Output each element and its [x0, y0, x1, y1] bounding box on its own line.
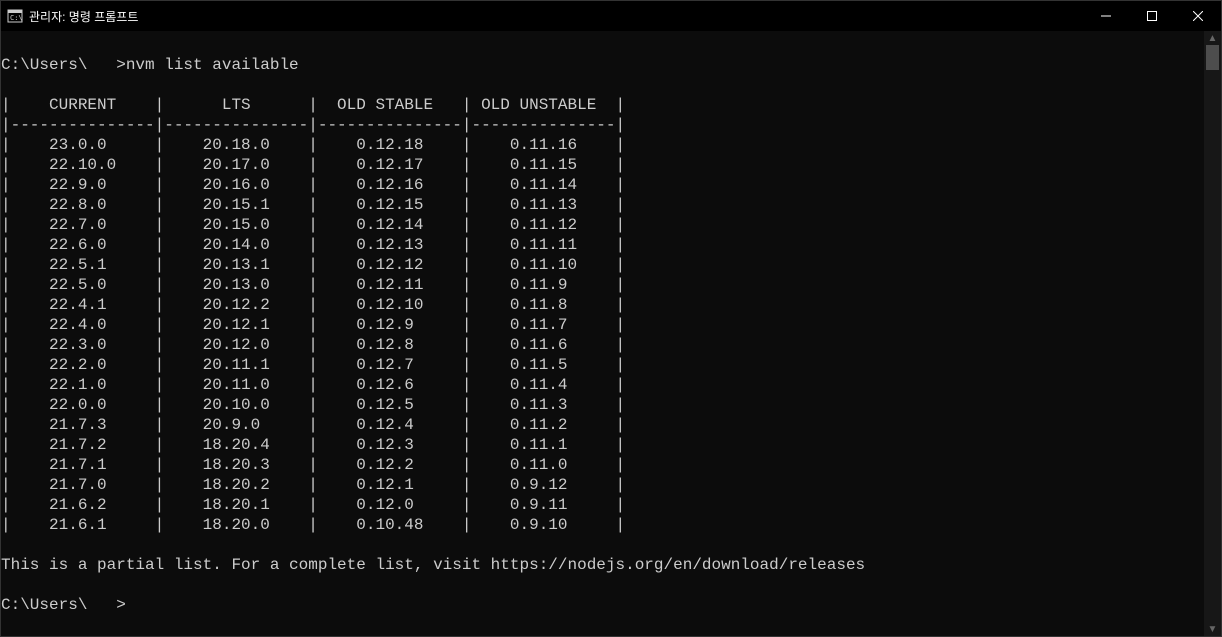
command-prompt-window: C:\ 관리자: 명령 프롬프트 C:\Users\ >nvm list ava… [0, 0, 1222, 637]
terminal-output[interactable]: C:\Users\ >nvm list available | CURRENT … [1, 31, 1204, 636]
scroll-down-arrow[interactable]: ▼ [1204, 622, 1221, 636]
titlebar[interactable]: C:\ 관리자: 명령 프롬프트 [1, 1, 1221, 31]
maximize-button[interactable] [1129, 1, 1175, 31]
scroll-thumb[interactable] [1206, 45, 1219, 70]
scroll-up-arrow[interactable]: ▲ [1204, 31, 1221, 45]
minimize-button[interactable] [1083, 1, 1129, 31]
svg-text:C:\: C:\ [10, 14, 23, 22]
close-button[interactable] [1175, 1, 1221, 31]
vertical-scrollbar[interactable]: ▲ ▼ [1204, 31, 1221, 636]
window-title: 관리자: 명령 프롬프트 [29, 8, 138, 25]
terminal-area: C:\Users\ >nvm list available | CURRENT … [1, 31, 1221, 636]
app-icon: C:\ [7, 8, 23, 24]
